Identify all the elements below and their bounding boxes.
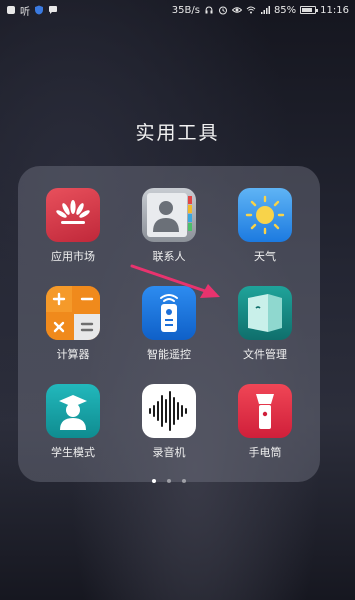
eye-icon xyxy=(231,7,242,13)
folder-panel: 应用市场 联系人 天气 计算器 智能遥控 文件管理 学生模式 录音机 手电筒 xyxy=(18,166,320,483)
app-student-mode[interactable]: 学生模式 xyxy=(28,384,118,460)
app-label: 学生模式 xyxy=(51,446,95,459)
annotation-arrow-icon xyxy=(130,264,220,298)
page-dot-2[interactable] xyxy=(167,479,171,483)
shield-icon xyxy=(35,5,43,15)
app-file-manager[interactable]: 文件管理 xyxy=(220,286,310,362)
app-label: 文件管理 xyxy=(243,348,287,361)
wifi-icon xyxy=(246,6,256,14)
app-market-icon xyxy=(46,188,100,242)
app-flashlight[interactable]: 手电筒 xyxy=(220,384,310,460)
clock: 11:16 xyxy=(320,4,349,16)
page-dot-1[interactable] xyxy=(151,479,156,483)
app-notification-icon xyxy=(7,6,15,14)
headset-icon xyxy=(205,6,213,14)
file-manager-icon xyxy=(238,286,292,340)
status-bar-right: 35B/s 85% 11:16 xyxy=(172,5,349,16)
calculator-icon xyxy=(46,286,100,340)
app-recorder[interactable]: 录音机 xyxy=(124,384,214,460)
app-label: 手电筒 xyxy=(248,446,282,459)
app-weather[interactable]: 天气 xyxy=(220,188,310,264)
student-mode-icon xyxy=(46,384,100,438)
recorder-icon xyxy=(142,384,196,438)
page-indicator xyxy=(18,468,320,487)
battery-fill xyxy=(302,8,313,12)
app-app-market[interactable]: 应用市场 xyxy=(28,188,118,264)
battery-percent: 85% xyxy=(273,4,297,16)
app-label: 应用市场 xyxy=(51,250,95,263)
app-calculator[interactable]: 计算器 xyxy=(28,286,118,362)
contacts-icon xyxy=(142,188,196,242)
page-dot-3[interactable] xyxy=(182,479,187,483)
app-contacts[interactable]: 联系人 xyxy=(124,188,214,264)
weather-icon xyxy=(238,188,292,242)
flashlight-icon xyxy=(238,384,292,438)
battery-icon xyxy=(300,6,319,14)
message-icon xyxy=(49,6,57,14)
folder-title[interactable]: 实用工具 xyxy=(0,118,355,145)
network-speed: 35B/s xyxy=(171,4,200,16)
alarm-icon xyxy=(218,6,227,15)
status-bar-left: 听 xyxy=(6,3,58,18)
status-text: 听 xyxy=(20,6,30,18)
app-label: 计算器 xyxy=(56,348,90,361)
app-label: 天气 xyxy=(254,250,276,263)
status-bar: 听 35B/s 85% 11:16 xyxy=(0,0,355,20)
app-label: 录音机 xyxy=(152,446,186,459)
app-label: 智能遥控 xyxy=(147,348,191,361)
signal-icon xyxy=(260,6,270,14)
